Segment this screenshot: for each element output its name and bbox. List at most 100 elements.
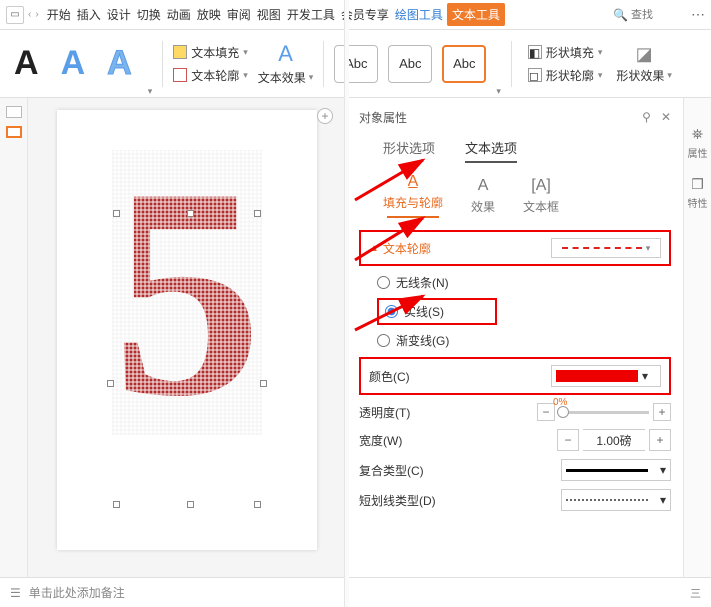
thumb-mode-icon[interactable] bbox=[6, 106, 22, 118]
dash-selector[interactable]: ▾ bbox=[561, 489, 671, 511]
opacity-increase[interactable]: + bbox=[653, 403, 671, 421]
handle[interactable] bbox=[187, 501, 194, 508]
opacity-row: 透明度(T) − 0% + bbox=[359, 403, 671, 421]
shape-effect-button[interactable]: ◪ 形状效果▾ bbox=[616, 44, 672, 84]
text-effect-button[interactable]: A 文本效果▾ bbox=[258, 41, 314, 86]
compound-label: 复合类型(C) bbox=[359, 462, 424, 479]
width-row: 宽度(W) − 1.00磅 + bbox=[359, 429, 671, 451]
pin-icon[interactable]: ⚲ bbox=[642, 110, 651, 124]
add-slide-button[interactable]: + bbox=[317, 108, 333, 124]
subtab-textbox[interactable]: [A]文本框 bbox=[523, 177, 559, 215]
notes-placeholder[interactable]: 单击此处添加备注 bbox=[29, 584, 125, 601]
chevron-down-icon: ▾ bbox=[642, 369, 648, 383]
search-input[interactable] bbox=[631, 9, 681, 21]
handle[interactable] bbox=[260, 380, 267, 387]
handle[interactable] bbox=[254, 210, 261, 217]
textstyle-bevel[interactable]: A bbox=[101, 44, 138, 83]
tab-insert[interactable]: 插入 bbox=[75, 3, 103, 26]
text-fill-outline-group: 文本填充▾ 文本轮廓▾ bbox=[173, 44, 248, 84]
dash-preview bbox=[562, 247, 642, 249]
splitter[interactable] bbox=[344, 0, 349, 607]
separator bbox=[511, 41, 512, 87]
slide-thumbnails bbox=[0, 98, 28, 577]
handle[interactable] bbox=[254, 501, 261, 508]
file-icon[interactable]: ▭ bbox=[6, 6, 24, 24]
radio-solid-label: 实线(S) bbox=[404, 303, 444, 320]
width-spinner[interactable]: − 1.00磅 + bbox=[557, 429, 671, 451]
tab-anim[interactable]: 动画 bbox=[165, 3, 193, 26]
compound-row: 复合类型(C) ▾ bbox=[359, 459, 671, 481]
tab-text-tools[interactable]: 文本工具 bbox=[447, 3, 505, 26]
more-icon[interactable]: ⋯ bbox=[691, 6, 705, 23]
radio-gradient-label: 渐变线(G) bbox=[396, 332, 449, 349]
radio-gradient-line[interactable]: 渐变线(G) bbox=[377, 332, 671, 349]
width-decrease[interactable]: − bbox=[557, 429, 579, 451]
handle[interactable] bbox=[187, 210, 194, 217]
color-selector[interactable]: ▾ bbox=[551, 365, 661, 387]
search-box[interactable]: 🔍 bbox=[613, 8, 681, 22]
close-icon[interactable]: ✕ bbox=[661, 110, 671, 124]
dash-label: 短划线类型(D) bbox=[359, 492, 436, 509]
tab-shape-options[interactable]: 形状选项 bbox=[383, 138, 435, 163]
handle[interactable] bbox=[107, 380, 114, 387]
footer-right[interactable]: 三 bbox=[690, 585, 701, 601]
color-label: 颜色(C) bbox=[369, 368, 410, 385]
slider-track[interactable]: 0% bbox=[559, 411, 649, 414]
textstyle-outline[interactable]: A bbox=[55, 44, 92, 83]
chevron-right-icon[interactable]: › bbox=[35, 9, 38, 20]
slide-thumb-1[interactable] bbox=[6, 126, 22, 138]
tab-view[interactable]: 视图 bbox=[255, 3, 283, 26]
panel-tabs: 形状选项 文本选项 bbox=[383, 138, 671, 163]
width-value[interactable]: 1.00磅 bbox=[583, 429, 645, 451]
line-type-radios: 无线条(N) 实线(S) 渐变线(G) bbox=[377, 274, 671, 349]
chevron-down-icon: ▾ bbox=[660, 463, 666, 477]
section-header-outline[interactable]: ▲文本轮廓 bbox=[369, 240, 431, 257]
shape-style-1[interactable]: Abc bbox=[334, 45, 378, 83]
slider-thumb[interactable] bbox=[557, 406, 569, 418]
slide-canvas[interactable]: + 5 bbox=[57, 110, 317, 550]
rside-features[interactable]: ❒特性 bbox=[688, 176, 708, 210]
shape-style-3[interactable]: Abc bbox=[442, 45, 486, 83]
color-row: 颜色(C) ▾ bbox=[359, 357, 671, 395]
rside-properties[interactable]: ⛯属性 bbox=[688, 126, 708, 160]
ribbon: A A A ▾ 文本填充▾ 文本轮廓▾ A 文本效果▾ Abc Abc Abc … bbox=[0, 30, 711, 98]
chevron-left-icon[interactable]: ‹ bbox=[28, 9, 31, 20]
tab-transition[interactable]: 切换 bbox=[135, 3, 163, 26]
opacity-slider[interactable]: − 0% + bbox=[537, 403, 671, 421]
tab-draw-tools[interactable]: 绘图工具 bbox=[393, 3, 445, 26]
tab-show[interactable]: 放映 bbox=[195, 3, 223, 26]
main-area: + 5 对象属性 ⚲ ✕ bbox=[0, 98, 711, 577]
cube-icon: ❒ bbox=[691, 176, 704, 193]
width-increase[interactable]: + bbox=[649, 429, 671, 451]
outline-style-selector[interactable]: ▾ bbox=[551, 238, 661, 258]
text-fill-label: 文本填充 bbox=[191, 44, 239, 61]
canvas-area: + 5 bbox=[28, 98, 346, 577]
tab-review[interactable]: 审阅 bbox=[225, 3, 253, 26]
shape-style-more[interactable]: ▾ bbox=[496, 86, 501, 97]
subtab-fill-outline[interactable]: A̲填充与轮廓 bbox=[383, 173, 443, 218]
subtab-effect[interactable]: A效果 bbox=[471, 177, 495, 215]
tab-dev[interactable]: 开发工具 bbox=[285, 3, 337, 26]
notes-icon[interactable]: ☰ bbox=[10, 586, 21, 600]
shape-style-2[interactable]: Abc bbox=[388, 45, 432, 83]
handle[interactable] bbox=[113, 210, 120, 217]
effect-icon: A bbox=[478, 177, 489, 195]
subtab-textbox-label: 文本框 bbox=[523, 198, 559, 215]
radio-no-line[interactable]: 无线条(N) bbox=[377, 274, 671, 291]
text-fill-button[interactable]: 文本填充▾ bbox=[173, 44, 248, 61]
textstyle-solid[interactable]: A bbox=[8, 44, 45, 83]
tab-start[interactable]: 开始 bbox=[45, 3, 73, 26]
textstyle-more[interactable]: ▾ bbox=[148, 86, 153, 97]
text-outline-label: 文本轮廓 bbox=[191, 67, 239, 84]
text-object-5[interactable]: 5 bbox=[112, 150, 262, 435]
handle[interactable] bbox=[113, 501, 120, 508]
tab-design[interactable]: 设计 bbox=[105, 3, 133, 26]
text-outline-button[interactable]: 文本轮廓▾ bbox=[173, 67, 248, 84]
tab-text-options[interactable]: 文本选项 bbox=[465, 138, 517, 163]
shape-outline-button[interactable]: ◻形状轮廓▾ bbox=[528, 67, 603, 84]
panel-title: 对象属性 bbox=[359, 109, 407, 126]
shape-fill-button[interactable]: ◧形状填充▾ bbox=[528, 44, 603, 61]
compound-selector[interactable]: ▾ bbox=[561, 459, 671, 481]
shape-format-group: ◧形状填充▾ ◻形状轮廓▾ bbox=[528, 44, 603, 84]
radio-solid-line[interactable]: 实线(S) bbox=[385, 303, 489, 320]
